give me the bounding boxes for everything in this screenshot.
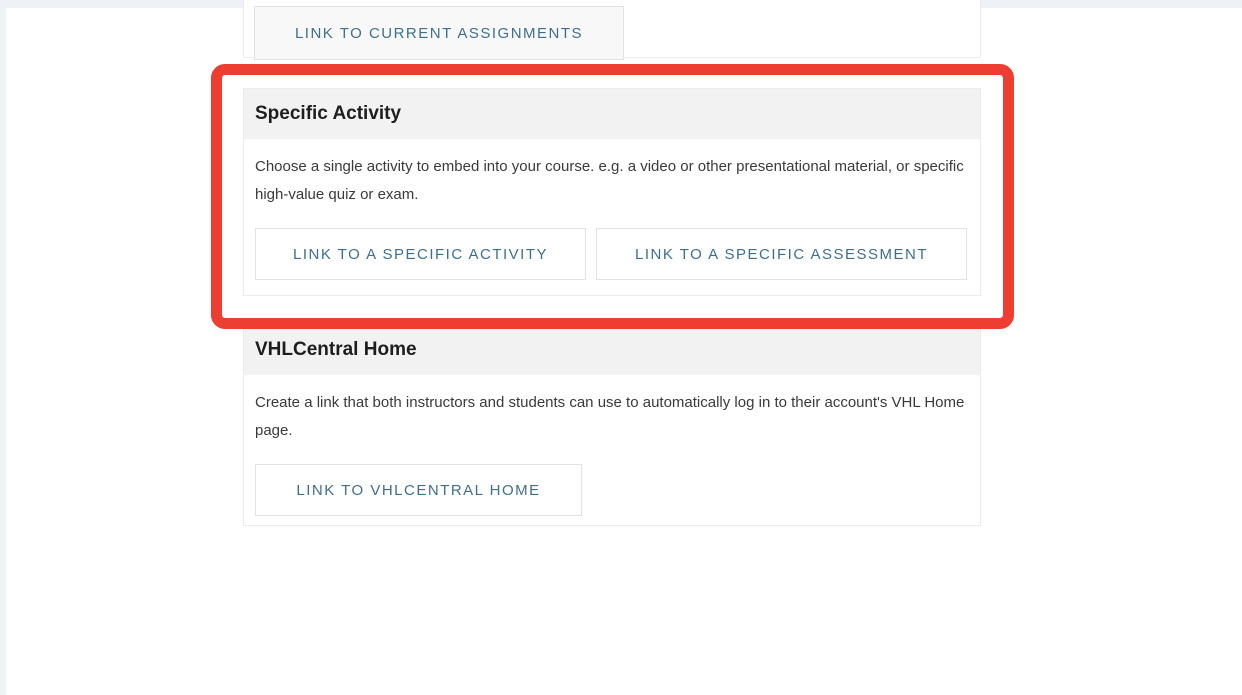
specific-activity-panel: Specific Activity Choose a single activi… [243, 88, 981, 296]
specific-activity-description: Choose a single activity to embed into y… [255, 158, 964, 203]
link-to-vhlcentral-home-button[interactable]: LINK TO VHLCENTRAL HOME [255, 464, 582, 516]
vhlcentral-home-title: VHLCentral Home [244, 325, 980, 375]
vhlcentral-home-panel: VHLCentral Home Create a link that both … [243, 324, 981, 526]
link-to-specific-activity-button[interactable]: LINK TO A SPECIFIC ACTIVITY [255, 228, 586, 280]
specific-activity-button-row: LINK TO A SPECIFIC ACTIVITY LINK TO A SP… [244, 209, 980, 280]
link-to-specific-assessment-button[interactable]: LINK TO A SPECIFIC ASSESSMENT [596, 228, 967, 280]
specific-activity-title: Specific Activity [244, 89, 980, 139]
page-content: LINK TO CURRENT ASSIGNMENTS Specific Act… [6, 0, 1242, 695]
vhlcentral-home-button-row: LINK TO VHLCENTRAL HOME [244, 445, 980, 516]
link-to-current-assignments-button[interactable]: LINK TO CURRENT ASSIGNMENTS [254, 6, 624, 60]
vhlcentral-home-description: Create a link that both instructors and … [255, 394, 965, 439]
